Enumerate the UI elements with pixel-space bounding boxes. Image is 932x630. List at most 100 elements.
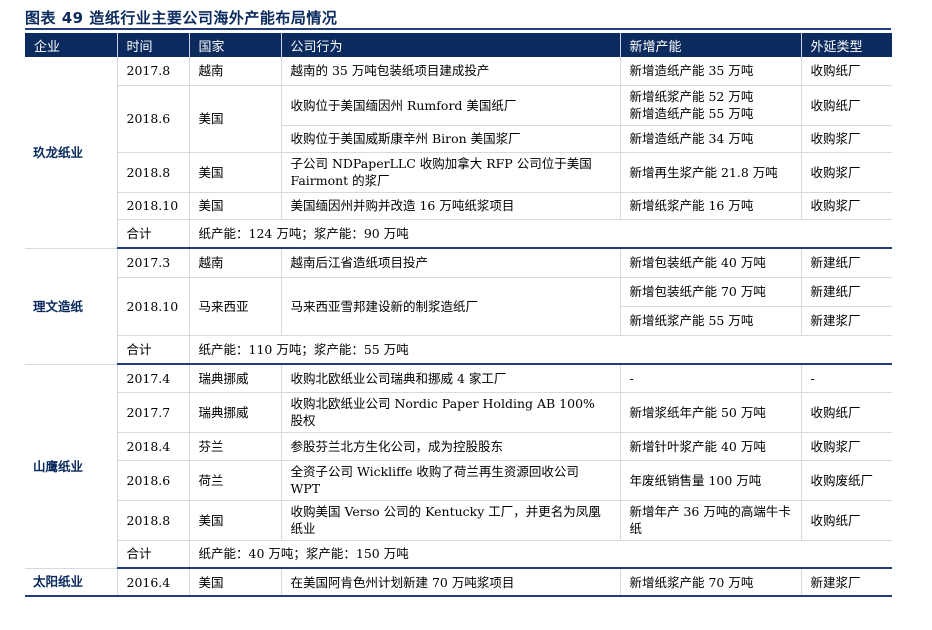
country-cell: 马来西亚 xyxy=(189,277,282,336)
type-cell: 收购纸厂 xyxy=(801,392,892,433)
time-cell: 2016.4 xyxy=(117,568,190,597)
type-cell: 新建纸厂 xyxy=(801,277,892,307)
country-cell: 瑞典挪威 xyxy=(189,392,282,433)
type-cell: - xyxy=(801,364,892,393)
table-row: 2018.8 美国 子公司 NDPaperLLC 收购加拿大 RFP 公司位于美… xyxy=(25,152,892,193)
table-row: 2018.10 美国 美国缅因州并购并改造 16 万吨纸浆项目 新增纸浆产能 1… xyxy=(25,192,892,220)
action-cell: 马来西亚雪邦建设新的制浆造纸厂 xyxy=(281,277,621,336)
capacity-cell: 新增纸浆产能 16 万吨 xyxy=(620,192,802,220)
header-capacity: 新增产能 xyxy=(620,33,802,57)
type-cell: 收购纸厂 xyxy=(801,57,892,86)
country-cell: 瑞典挪威 xyxy=(189,364,282,393)
time-cell: 2018.10 xyxy=(117,192,190,220)
country-cell: 越南 xyxy=(189,57,282,86)
country-cell: 美国 xyxy=(189,568,282,597)
company-name: 太阳纸业 xyxy=(25,568,118,597)
capacity-cell: 新增再生浆产能 21.8 万吨 xyxy=(620,152,802,193)
total-value: 纸产能：40 万吨；浆产能：150 万吨 xyxy=(189,540,892,569)
time-cell: 2017.8 xyxy=(117,57,190,86)
action-cell: 收购位于美国缅因州 Rumford 美国纸厂 xyxy=(281,85,621,126)
total-label: 合计 xyxy=(117,219,190,249)
total-row: 合计 纸产能：124 万吨；浆产能：90 万吨 xyxy=(25,219,892,249)
capacity-cell: 新增针叶浆产能 40 万吨 xyxy=(620,432,802,461)
action-cell: 越南后江省造纸项目投产 xyxy=(281,248,621,278)
capacity-cell: 年废纸销售量 100 万吨 xyxy=(620,460,802,501)
total-value: 纸产能：124 万吨；浆产能：90 万吨 xyxy=(189,219,892,249)
type-cell: 收购废纸厂 xyxy=(801,460,892,501)
type-cell: 收购纸厂 xyxy=(801,500,892,541)
time-cell: 2017.7 xyxy=(117,392,190,433)
country-cell: 美国 xyxy=(189,192,282,220)
time-cell: 2017.3 xyxy=(117,248,190,278)
table-row: 2018.6 荷兰 全资子公司 Wickliffe 收购了荷兰再生资源回收公司 … xyxy=(25,460,892,501)
time-cell: 2018.6 xyxy=(117,85,190,153)
time-cell: 2018.10 xyxy=(117,277,190,336)
type-cell: 收购浆厂 xyxy=(801,192,892,220)
total-label: 合计 xyxy=(117,335,190,365)
time-cell: 2018.6 xyxy=(117,460,190,501)
time-cell: 2018.8 xyxy=(117,152,190,193)
action-cell: 参股芬兰北方生化公司，成为控股股东 xyxy=(281,432,621,461)
capacity-cell: 新增包装纸产能 40 万吨 xyxy=(620,248,802,278)
action-cell: 收购位于美国威斯康辛州 Biron 美国浆厂 xyxy=(281,125,621,153)
table-header-row: 企业 时间 国家 公司行为 新增产能 外延类型 xyxy=(25,33,892,57)
time-cell: 2018.8 xyxy=(117,500,190,541)
capacity-cell: - xyxy=(620,364,802,393)
table-row: 2018.4 芬兰 参股芬兰北方生化公司，成为控股股东 新增针叶浆产能 40 万… xyxy=(25,432,892,461)
country-cell: 美国 xyxy=(189,152,282,193)
capacity-cell: 新增造纸产能 35 万吨 xyxy=(620,57,802,86)
capacity-cell: 新增纸浆产能 70 万吨 xyxy=(620,568,802,597)
overseas-capacity-table: 企业 时间 国家 公司行为 新增产能 外延类型 玖龙纸业 2017.8 越南 越… xyxy=(25,33,892,597)
action-cell: 在美国阿肯色州计划新建 70 万吨浆项目 xyxy=(281,568,621,597)
type-cell: 新建浆厂 xyxy=(801,306,892,336)
capacity-cell: 新增包装纸产能 70 万吨 xyxy=(620,277,802,307)
capacity-cell: 新增纸浆产能 52 万吨 新增造纸产能 55 万吨 xyxy=(620,85,802,126)
type-cell: 收购浆厂 xyxy=(801,125,892,153)
capacity-cell: 新增年产 36 万吨的高端牛卡纸 xyxy=(620,500,802,541)
table-row: 山鹰纸业 2017.4 瑞典挪威 收购北欧纸业公司瑞典和挪威 4 家工厂 - - xyxy=(25,364,892,569)
time-cell: 2017.4 xyxy=(117,364,190,393)
action-cell: 收购美国 Verso 公司的 Kentucky 工厂，并更名为凤凰纸业 xyxy=(281,500,621,541)
company-name: 山鹰纸业 xyxy=(25,364,118,569)
action-cell: 全资子公司 Wickliffe 收购了荷兰再生资源回收公司 WPT xyxy=(281,460,621,501)
header-type: 外延类型 xyxy=(801,33,892,57)
header-action: 公司行为 xyxy=(281,33,621,57)
capacity-cell: 新增纸浆产能 55 万吨 xyxy=(620,306,802,336)
table-row: 理文造纸 2017.3 越南 越南后江省造纸项目投产 新增包装纸产能 40 万吨… xyxy=(25,248,892,365)
action-cell: 收购北欧纸业公司 Nordic Paper Holding AB 100% 股权 xyxy=(281,392,621,433)
total-value: 纸产能：110 万吨；浆产能：55 万吨 xyxy=(189,335,892,365)
type-cell: 收购浆厂 xyxy=(801,432,892,461)
action-cell: 子公司 NDPaperLLC 收购加拿大 RFP 公司位于美国 Fairmont… xyxy=(281,152,621,193)
table-row: 2018.6 美国 收购位于美国缅因州 Rumford 美国纸厂 新增纸浆产能 … xyxy=(25,85,892,153)
company-name: 理文造纸 xyxy=(25,248,118,365)
header-country: 国家 xyxy=(189,33,282,57)
capacity-cell: 新增造纸产能 34 万吨 xyxy=(620,125,802,153)
total-row: 合计 纸产能：110 万吨；浆产能：55 万吨 xyxy=(25,335,892,365)
country-cell: 芬兰 xyxy=(189,432,282,461)
action-cell: 收购北欧纸业公司瑞典和挪威 4 家工厂 xyxy=(281,364,621,393)
total-row: 合计 纸产能：40 万吨；浆产能：150 万吨 xyxy=(25,540,892,569)
action-cell: 越南的 35 万吨包装纸项目建成投产 xyxy=(281,57,621,86)
country-cell: 荷兰 xyxy=(189,460,282,501)
figure-title: 图表 49 造纸行业主要公司海外产能布局情况 xyxy=(25,9,338,27)
type-cell: 收购纸厂 xyxy=(801,85,892,126)
table-row: 2017.7 瑞典挪威 收购北欧纸业公司 Nordic Paper Holdin… xyxy=(25,392,892,433)
table-row: 2018.10 马来西亚 马来西亚雪邦建设新的制浆造纸厂 新增包装纸产能 70 … xyxy=(25,277,892,336)
type-cell: 收购浆厂 xyxy=(801,152,892,193)
country-cell: 美国 xyxy=(189,500,282,541)
time-cell: 2018.4 xyxy=(117,432,190,461)
table-row: 2018.8 美国 收购美国 Verso 公司的 Kentucky 工厂，并更名… xyxy=(25,500,892,541)
country-cell: 越南 xyxy=(189,248,282,278)
table-row: 太阳纸业 2016.4 美国 在美国阿肯色州计划新建 70 万吨浆项目 新增纸浆… xyxy=(25,568,892,597)
title-rule xyxy=(25,28,891,30)
total-label: 合计 xyxy=(117,540,190,569)
header-company: 企业 xyxy=(25,33,118,57)
country-cell: 美国 xyxy=(189,85,282,153)
header-time: 时间 xyxy=(117,33,190,57)
company-name: 玖龙纸业 xyxy=(25,57,118,249)
capacity-cell: 新增浆纸年产能 50 万吨 xyxy=(620,392,802,433)
table-row: 玖龙纸业 2017.8 越南 越南的 35 万吨包装纸项目建成投产 新增造纸产能… xyxy=(25,57,892,249)
type-cell: 新建浆厂 xyxy=(801,568,892,597)
type-cell: 新建纸厂 xyxy=(801,248,892,278)
action-cell: 美国缅因州并购并改造 16 万吨纸浆项目 xyxy=(281,192,621,220)
